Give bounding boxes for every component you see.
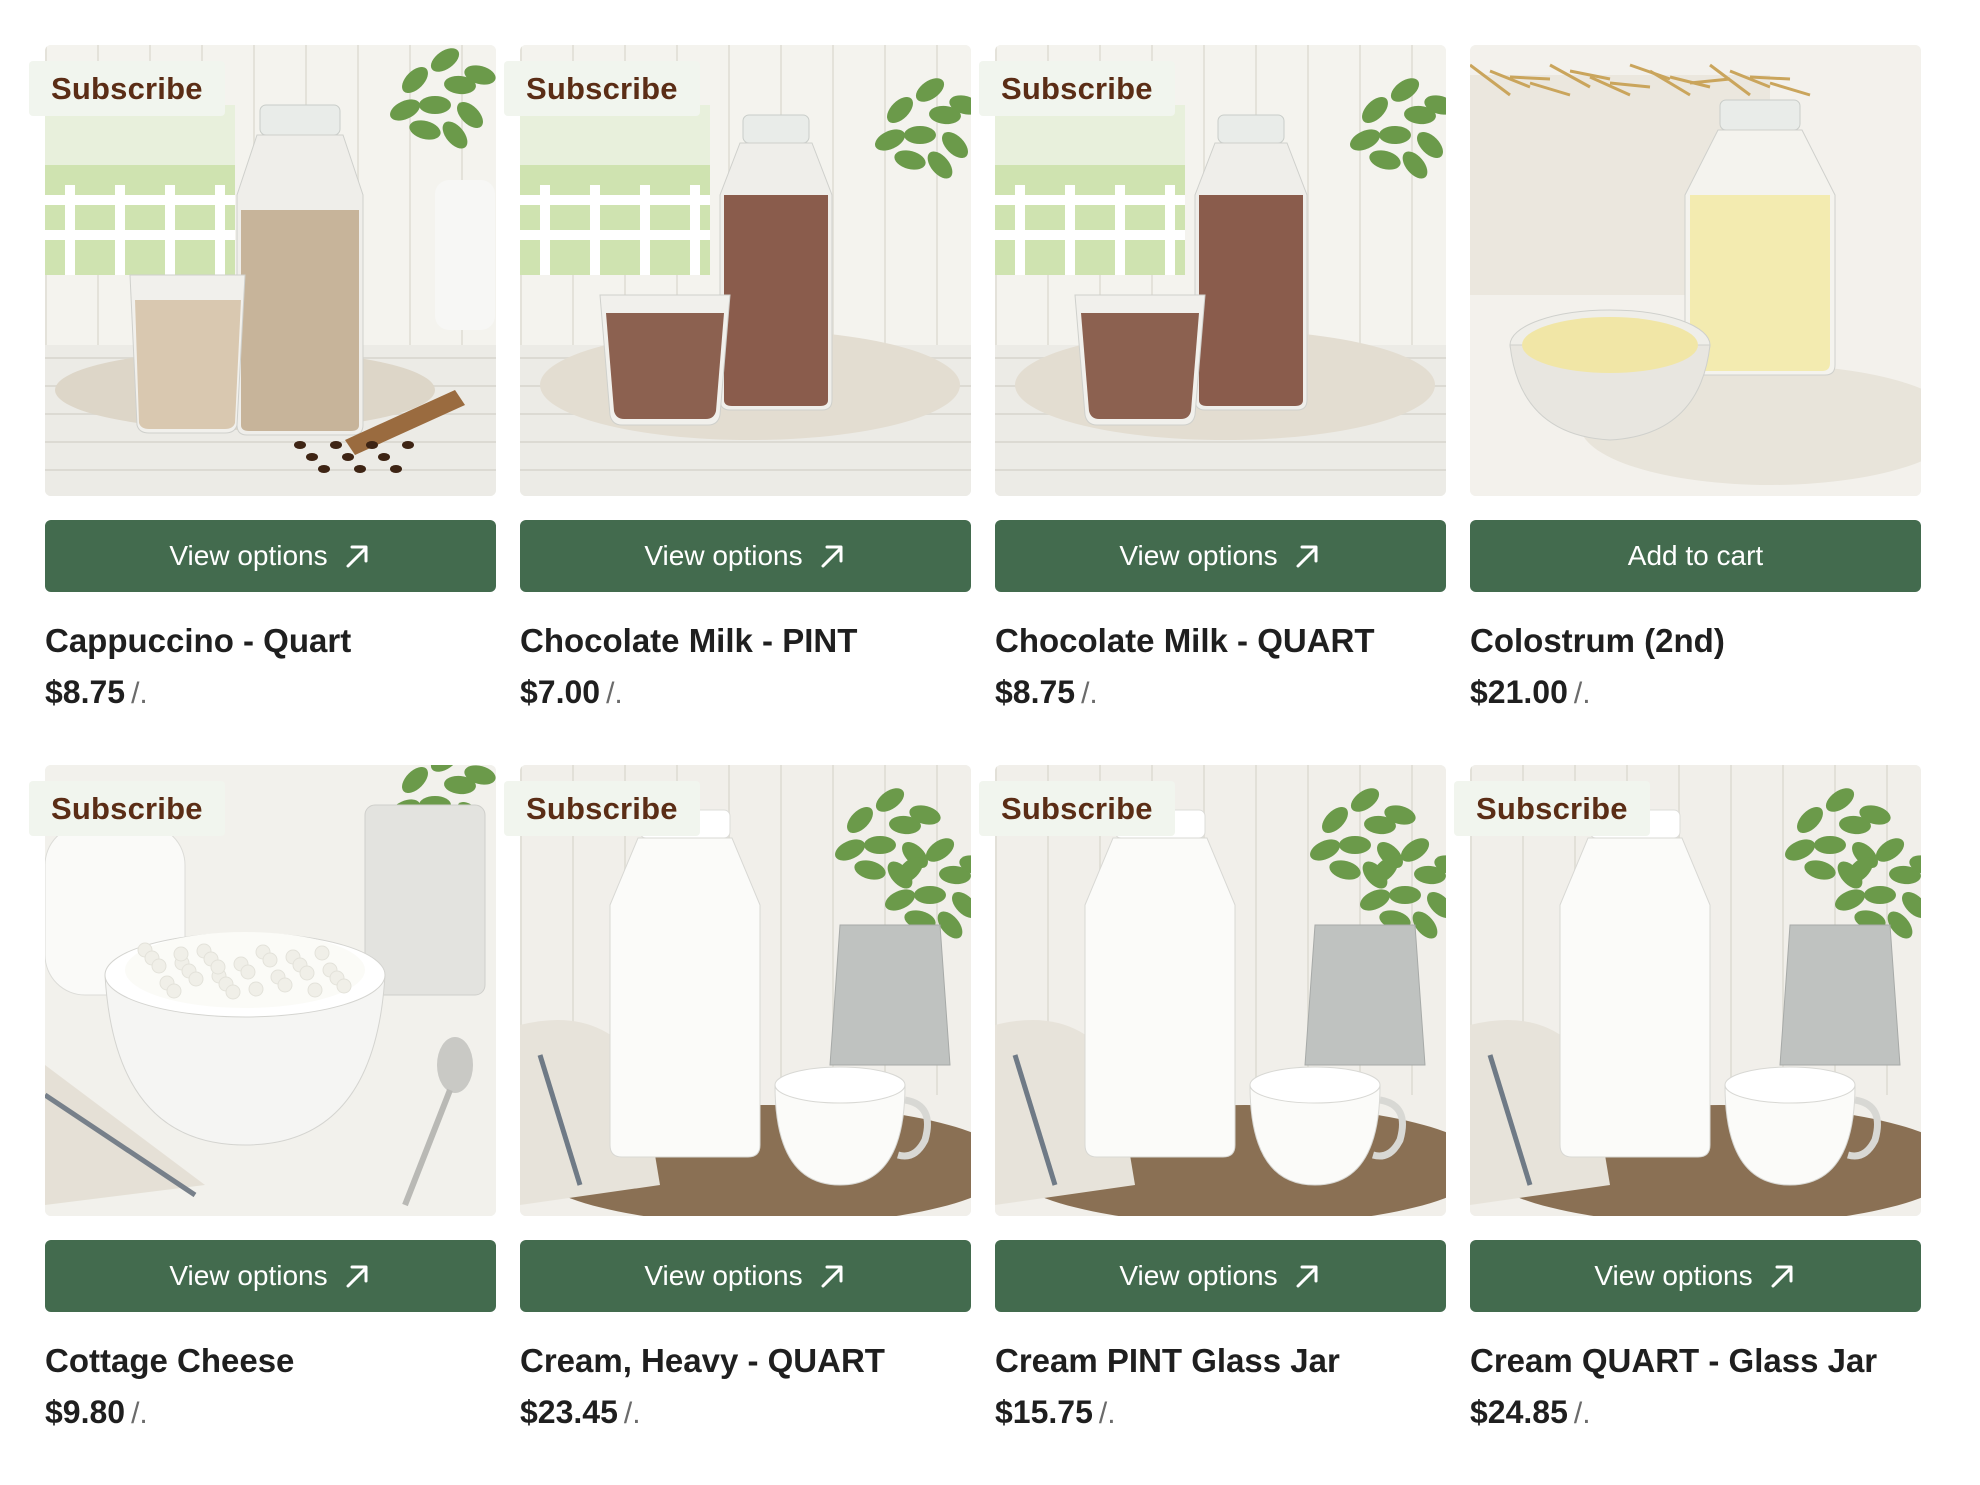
product-card: Subscribe View options Cream QUART - Gla…	[1454, 765, 1921, 1485]
product-card: Subscribe View options Cream PINT Glass …	[979, 765, 1446, 1485]
product-card: Subscribe View options Cottage Cheese $9…	[29, 765, 496, 1485]
product-card: Subscribe View options Chocolate Milk - …	[979, 45, 1446, 765]
product-card: Subscribe View options Chocolate Milk - …	[504, 45, 971, 765]
price-amount: $7.00	[520, 674, 601, 710]
arrow-up-right-icon	[1296, 545, 1318, 568]
price-unit: /.	[131, 1397, 148, 1430]
price-amount: $23.45	[520, 1394, 618, 1430]
arrow-up-right-icon	[821, 1265, 843, 1288]
subscribe-badge: Subscribe	[29, 781, 225, 836]
product-price: $24.85/.	[1470, 1394, 1921, 1431]
price-amount: $15.75	[995, 1394, 1093, 1430]
product-card: Subscribe View options Cappuccino - Quar…	[29, 45, 496, 765]
arrow-up-right-icon	[1771, 1265, 1793, 1288]
view-options-button[interactable]: View options	[520, 1240, 971, 1312]
product-price: $8.75/.	[45, 674, 496, 711]
subscribe-badge: Subscribe	[1454, 781, 1650, 836]
button-label: View options	[169, 540, 328, 571]
product-title[interactable]: Cream, Heavy - QUART	[520, 1342, 971, 1380]
product-grid: Subscribe View options Cappuccino - Quar…	[29, 45, 1922, 1485]
product-card: Subscribe View options Cream, Heavy - QU…	[504, 765, 971, 1485]
product-title[interactable]: Cappuccino - Quart	[45, 622, 496, 660]
view-options-button[interactable]: View options	[45, 1240, 496, 1312]
price-unit: /.	[1081, 677, 1098, 710]
price-unit: /.	[1573, 677, 1591, 710]
button-label: View options	[644, 540, 803, 571]
product-title[interactable]: Cream PINT Glass Jar	[995, 1342, 1446, 1380]
view-options-button[interactable]: View options	[520, 520, 971, 592]
product-price: $21.00/.	[1470, 674, 1921, 711]
subscribe-badge: Subscribe	[504, 61, 700, 116]
product-image-link[interactable]	[1470, 45, 1921, 496]
price-amount: $8.75	[45, 674, 126, 710]
view-options-button[interactable]: View options	[995, 1240, 1446, 1312]
product-title[interactable]: Cottage Cheese	[45, 1342, 496, 1380]
price-amount: $9.80	[45, 1394, 126, 1430]
price-amount: $8.75	[995, 674, 1076, 710]
price-unit: /.	[623, 1397, 641, 1430]
button-label: Add to cart	[1627, 540, 1764, 571]
subscribe-badge: Subscribe	[504, 781, 700, 836]
price-unit: /.	[1098, 1397, 1116, 1430]
price-amount: $21.00	[1470, 674, 1568, 710]
product-title[interactable]: Chocolate Milk - QUART	[995, 622, 1446, 660]
subscribe-badge: Subscribe	[979, 61, 1175, 116]
product-image	[1470, 45, 1921, 496]
product-title[interactable]: Colostrum (2nd)	[1470, 622, 1921, 660]
price-unit: /.	[131, 677, 148, 710]
product-price: $9.80/.	[45, 1394, 496, 1431]
product-title[interactable]: Cream QUART - Glass Jar	[1470, 1342, 1921, 1380]
view-options-button[interactable]: View options	[995, 520, 1446, 592]
product-price: $23.45/.	[520, 1394, 971, 1431]
price-unit: /.	[1573, 1397, 1591, 1430]
product-price: $15.75/.	[995, 1394, 1446, 1431]
button-label: View options	[1119, 1260, 1278, 1291]
product-title[interactable]: Chocolate Milk - PINT	[520, 622, 971, 660]
button-label: View options	[169, 1260, 328, 1291]
product-card: Add to cart Colostrum (2nd) $21.00/.	[1470, 45, 1921, 765]
button-label: View options	[1119, 540, 1278, 571]
button-label: View options	[1594, 1260, 1753, 1291]
subscribe-badge: Subscribe	[29, 61, 225, 116]
product-price: $7.00/.	[520, 674, 971, 711]
product-price: $8.75/.	[995, 674, 1446, 711]
price-amount: $24.85	[1470, 1394, 1568, 1430]
arrow-up-right-icon	[1296, 1265, 1318, 1288]
subscribe-badge: Subscribe	[979, 781, 1175, 836]
arrow-up-right-icon	[821, 545, 843, 568]
price-unit: /.	[606, 677, 623, 710]
arrow-up-right-icon	[346, 1265, 368, 1288]
arrow-up-right-icon	[346, 545, 368, 568]
button-label: View options	[644, 1260, 803, 1291]
view-options-button[interactable]: View options	[1470, 1240, 1921, 1312]
view-options-button[interactable]: View options	[45, 520, 496, 592]
add-to-cart-button[interactable]: Add to cart	[1470, 520, 1921, 592]
